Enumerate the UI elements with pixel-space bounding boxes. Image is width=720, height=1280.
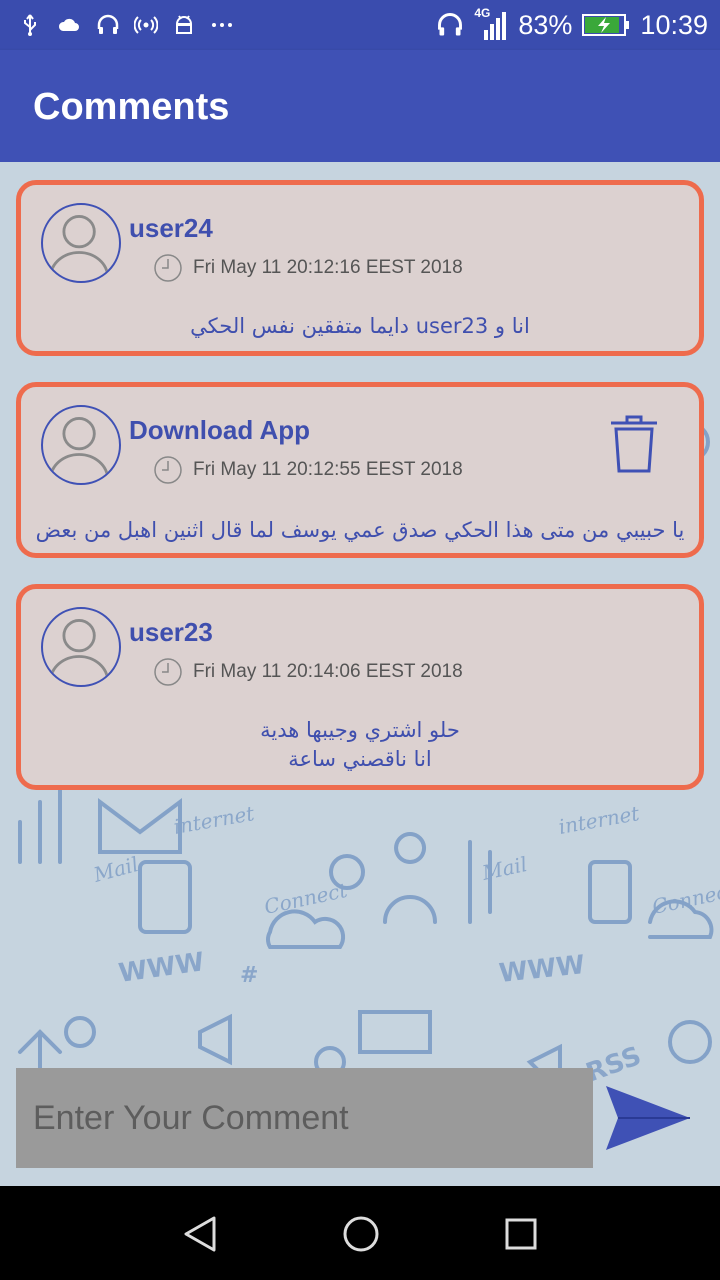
clock-icon xyxy=(154,658,182,686)
svg-text:internet: internet xyxy=(172,801,257,839)
battery-percent: 83% xyxy=(518,9,573,40)
comment-card[interactable]: user24 Fri May 11 20:12:16 EEST 2018 انا… xyxy=(16,180,704,356)
clock-icon xyxy=(154,456,182,484)
android-icon xyxy=(175,15,193,34)
svg-text:Connect: Connect xyxy=(650,878,720,919)
send-icon[interactable] xyxy=(604,1084,692,1152)
comment-time-row: Fri May 11 20:12:55 EEST 2018 xyxy=(153,455,463,485)
comment-time-row: Fri May 11 20:14:06 EEST 2018 xyxy=(153,657,463,687)
comment-time-row: Fri May 11 20:12:16 EEST 2018 xyxy=(153,253,463,283)
status-bar: 4G 83% 10:39 xyxy=(0,0,720,50)
status-system: 4G 83% 10:39 xyxy=(436,6,708,42)
comment-username[interactable]: Download App xyxy=(129,415,310,446)
signal-icon: 4G xyxy=(474,6,508,42)
headset-icon xyxy=(438,13,463,36)
headset-icon xyxy=(97,14,119,34)
svg-text:Mail: Mail xyxy=(90,852,141,887)
comment-text: انا و user23 دايما متفقين نفس الحكي xyxy=(190,314,530,338)
comment-text-line-1: حلو اشتري وجيبها هدية xyxy=(260,718,460,742)
clock-time: 10:39 xyxy=(640,9,708,40)
usb-icon xyxy=(24,14,36,36)
comment-username[interactable]: user24 xyxy=(129,213,213,244)
comment-timestamp: Fri May 11 20:12:55 EEST 2018 xyxy=(193,459,463,480)
comments-content[interactable]: WWW WWW RSS # # Mail internet Mail inter… xyxy=(0,162,720,1186)
comment-timestamp: Fri May 11 20:12:16 EEST 2018 xyxy=(193,257,463,278)
clock-icon xyxy=(154,254,182,282)
hotspot-icon xyxy=(134,16,158,34)
status-notifications xyxy=(18,10,234,40)
avatar xyxy=(41,607,121,687)
navigation-bar xyxy=(0,1186,720,1280)
comment-input[interactable] xyxy=(16,1068,593,1168)
avatar xyxy=(41,405,121,485)
more-icon xyxy=(212,23,232,27)
svg-text:WWW: WWW xyxy=(498,950,587,989)
comment-timestamp: Fri May 11 20:14:06 EEST 2018 xyxy=(193,661,463,682)
comment-card[interactable]: user23 Fri May 11 20:14:06 EEST 2018 حلو… xyxy=(16,584,704,790)
battery-charging-icon xyxy=(582,14,630,36)
avatar xyxy=(41,203,121,283)
cloud-icon xyxy=(58,18,79,31)
comment-username[interactable]: user23 xyxy=(129,617,213,648)
home-icon[interactable] xyxy=(333,1206,389,1262)
comment-input-container[interactable] xyxy=(16,1068,593,1168)
svg-text:#: # xyxy=(240,963,258,988)
back-icon[interactable] xyxy=(172,1206,228,1262)
recent-apps-icon[interactable] xyxy=(493,1206,549,1262)
app-bar: Comments xyxy=(0,50,720,162)
comment-text-line-2: انا ناقصني ساعة xyxy=(288,747,432,771)
comment-text: يا حبيبي من متى هذا الحكي صدق عمي يوسف ل… xyxy=(35,518,685,542)
svg-text:WWW: WWW xyxy=(117,947,206,989)
svg-text:Mail: Mail xyxy=(479,852,529,885)
delete-trash-icon[interactable] xyxy=(607,411,661,475)
svg-text:internet: internet xyxy=(557,801,642,839)
comment-card[interactable]: Download App Fri May 11 20:12:55 EEST 20… xyxy=(16,382,704,558)
page-title: Comments xyxy=(33,86,230,128)
